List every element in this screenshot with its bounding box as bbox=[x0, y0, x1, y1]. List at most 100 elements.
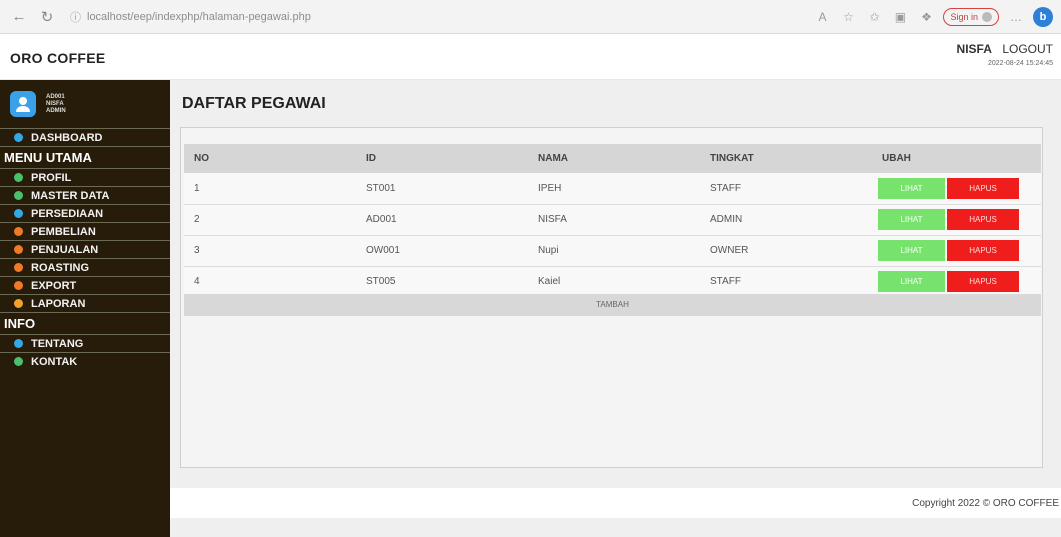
avatar bbox=[10, 91, 36, 117]
sidebar-item-pembelian[interactable]: PEMBELIAN bbox=[0, 222, 170, 240]
signin-label: Sign in bbox=[950, 11, 978, 22]
cell-id: ST005 bbox=[356, 266, 528, 298]
sidebar-item-label: EXPORT bbox=[31, 279, 77, 292]
col-no: NO bbox=[184, 144, 356, 173]
persediaan-icon bbox=[14, 209, 23, 218]
view-button[interactable]: LIHAT bbox=[878, 240, 945, 261]
table-row: 3 OW001 Nupi OWNER LIHAT HAPUS bbox=[184, 235, 1041, 267]
delete-button[interactable]: HAPUS bbox=[947, 271, 1019, 292]
sidebar-item-label: TENTANG bbox=[31, 337, 84, 350]
sidebar-item-label: PERSEDIAAN bbox=[31, 207, 104, 220]
cell-no: 2 bbox=[184, 204, 356, 236]
info-heading: INFO bbox=[0, 312, 170, 334]
col-id: ID bbox=[356, 144, 528, 173]
main-content: DAFTAR PEGAWAI NO ID NAMA TINGKAT UBAH 1… bbox=[170, 80, 1061, 537]
browser-toolbar: ← ↻ ⓘ localhost/eep/indexphp/halaman-peg… bbox=[0, 0, 1061, 34]
export-icon bbox=[14, 281, 23, 290]
signin-button[interactable]: Sign in bbox=[943, 7, 999, 26]
favorites-icon[interactable]: ✩ bbox=[865, 8, 883, 26]
sidebar-item-label: KONTAK bbox=[31, 355, 78, 368]
menu-heading: MENU UTAMA bbox=[0, 146, 170, 168]
cell-tingkat: OWNER bbox=[700, 235, 872, 267]
kontak-icon bbox=[14, 357, 23, 366]
view-button[interactable]: LIHAT bbox=[878, 177, 945, 199]
sidebar-item-master-data[interactable]: MASTER DATA bbox=[0, 186, 170, 204]
app-header: ORO COFFEE NISFA LOGOUT 2022-08-24 15:24… bbox=[0, 34, 1061, 80]
collections-icon[interactable]: ▣ bbox=[891, 8, 909, 26]
cell-nama: Kaiel bbox=[528, 266, 700, 298]
cell-id: OW001 bbox=[356, 235, 528, 267]
employee-card: NO ID NAMA TINGKAT UBAH 1 ST001 IPEH STAFF L… bbox=[180, 127, 1043, 468]
url-text: localhost/eep/indexphp/halaman-pegawai.p… bbox=[87, 10, 311, 23]
delete-button[interactable]: HAPUS bbox=[947, 177, 1019, 199]
view-button[interactable]: LIHAT bbox=[878, 209, 945, 230]
edge-icon[interactable]: b bbox=[1033, 6, 1053, 27]
sidebar-item-kontak[interactable]: KONTAK bbox=[0, 352, 170, 370]
penjualan-icon bbox=[14, 245, 23, 254]
back-icon[interactable]: ← bbox=[8, 6, 30, 28]
timestamp: 2022-08-24 15:24:45 bbox=[988, 60, 1053, 67]
employee-table: NO ID NAMA TINGKAT UBAH 1 ST001 IPEH STAFF L… bbox=[184, 144, 1041, 298]
sidebar-item-roasting[interactable]: ROASTING bbox=[0, 258, 170, 276]
table-row: 2 AD001 NISFA ADMIN LIHAT HAPUS bbox=[184, 204, 1041, 236]
sidebar-item-persediaan[interactable]: PERSEDIAAN bbox=[0, 204, 170, 222]
extension-icon[interactable]: ❖ bbox=[917, 8, 935, 26]
profile-role: ADMIN bbox=[46, 107, 66, 114]
delete-button[interactable]: HAPUS bbox=[947, 240, 1019, 261]
pembelian-icon bbox=[14, 227, 23, 236]
cell-nama: IPEH bbox=[528, 173, 700, 205]
refresh-icon[interactable]: ↻ bbox=[36, 6, 58, 28]
cell-no: 4 bbox=[184, 266, 356, 298]
cell-no: 1 bbox=[184, 173, 356, 205]
sidebar-profile: AD001 NISFA ADMIN bbox=[0, 80, 170, 128]
dashboard-icon bbox=[14, 133, 23, 142]
profile-id: AD001 bbox=[46, 93, 65, 100]
more-menu-icon[interactable]: … bbox=[1007, 8, 1025, 26]
profile-name: NISFA bbox=[46, 100, 64, 107]
user-box: NISFA LOGOUT 2022-08-24 15:24:45 bbox=[957, 40, 1053, 67]
table-row: 1 ST001 IPEH STAFF LIHAT HAPUS bbox=[184, 173, 1041, 205]
profile-icon bbox=[982, 11, 992, 22]
copyright-text: Copyright 2022 © ORO COFFEE bbox=[912, 498, 1059, 509]
tentang-icon bbox=[14, 339, 23, 348]
table-header-row: NO ID NAMA TINGKAT UBAH bbox=[184, 144, 1041, 173]
sidebar-item-laporan[interactable]: LAPORAN bbox=[0, 294, 170, 312]
laporan-icon bbox=[14, 299, 23, 308]
favorite-star-icon[interactable]: ☆ bbox=[839, 8, 857, 26]
sidebar-item-tentang[interactable]: TENTANG bbox=[0, 334, 170, 352]
cell-actions: LIHAT HAPUS bbox=[872, 204, 1041, 236]
col-tingkat: TINGKAT bbox=[700, 144, 872, 173]
add-button[interactable]: TAMBAH bbox=[184, 294, 1041, 316]
page-title: DAFTAR PEGAWAI bbox=[182, 95, 326, 112]
sidebar-item-label: PENJUALAN bbox=[31, 243, 99, 256]
col-nama: NAMA bbox=[528, 144, 700, 173]
sidebar-item-export[interactable]: EXPORT bbox=[0, 276, 170, 294]
cell-nama: NISFA bbox=[528, 204, 700, 236]
profil-icon bbox=[14, 173, 23, 182]
sidebar-item-label: PROFIL bbox=[31, 171, 72, 184]
sidebar-item-penjualan[interactable]: PENJUALAN bbox=[0, 240, 170, 258]
cell-no: 3 bbox=[184, 235, 356, 267]
delete-button[interactable]: HAPUS bbox=[947, 209, 1019, 230]
footer: Copyright 2022 © ORO COFFEE bbox=[170, 488, 1061, 518]
sidebar-item-label: LAPORAN bbox=[31, 297, 86, 310]
read-aloud-icon[interactable]: A bbox=[813, 8, 831, 26]
sidebar-item-profil[interactable]: PROFIL bbox=[0, 168, 170, 186]
user-name: NISFA bbox=[956, 42, 992, 56]
sidebar-item-label: ROASTING bbox=[31, 261, 90, 274]
sidebar-item-label: MASTER DATA bbox=[31, 189, 110, 202]
roasting-icon bbox=[14, 263, 23, 272]
logout-link[interactable]: LOGOUT bbox=[1002, 42, 1053, 56]
sidebar-item-label: DASHBOARD bbox=[31, 131, 103, 144]
view-button[interactable]: LIHAT bbox=[878, 271, 945, 292]
cell-nama: Nupi bbox=[528, 235, 700, 267]
cell-id: ST001 bbox=[356, 173, 528, 205]
sidebar-item-dashboard[interactable]: DASHBOARD bbox=[0, 128, 170, 146]
address-bar[interactable]: ⓘ localhost/eep/indexphp/halaman-pegawai… bbox=[64, 5, 714, 29]
info-icon: ⓘ bbox=[70, 11, 81, 24]
cell-actions: LIHAT HAPUS bbox=[872, 235, 1041, 267]
cell-tingkat: STAFF bbox=[700, 173, 872, 205]
col-ubah: UBAH bbox=[872, 144, 1041, 173]
cell-tingkat: STAFF bbox=[700, 266, 872, 298]
profile-text: AD001 NISFA ADMIN bbox=[46, 94, 66, 115]
